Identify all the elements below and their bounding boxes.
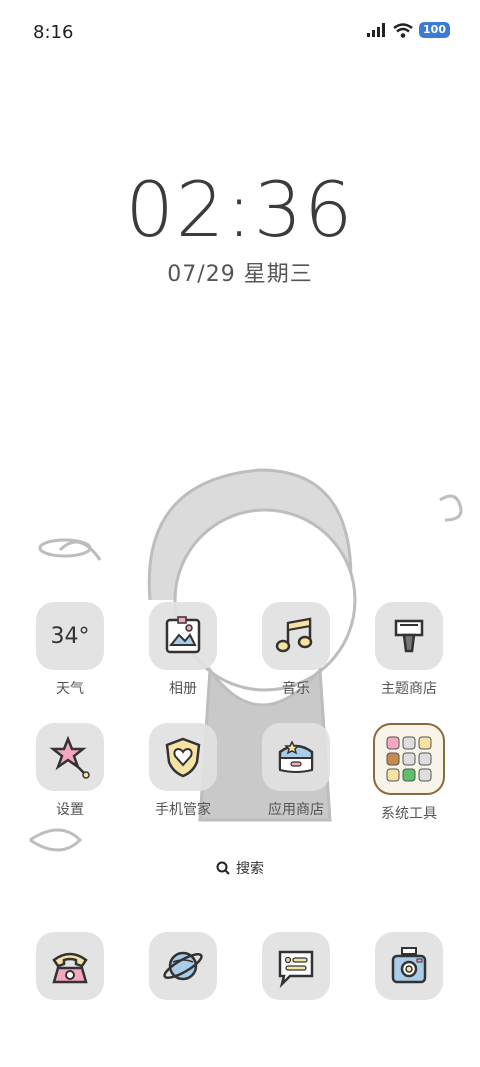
star-wand-icon: [49, 735, 90, 779]
browser-tile[interactable]: [149, 932, 217, 1000]
status-bar: 8:16 100: [0, 0, 480, 68]
shop-icon: [278, 740, 314, 773]
app-settings[interactable]: 设置: [15, 723, 125, 819]
security-tile[interactable]: [149, 723, 217, 791]
chat-bubble-icon: [278, 950, 314, 988]
music-note-icon: [275, 617, 313, 653]
app-label-settings: 设置: [56, 802, 84, 818]
gallery-icon: [165, 616, 201, 654]
battery-icon: 100: [419, 22, 450, 38]
app-label-gallery: 相册: [169, 681, 197, 697]
app-label-weather: 天气: [56, 681, 84, 697]
dock-phone[interactable]: [15, 932, 125, 1000]
app-security[interactable]: 手机管家: [128, 723, 238, 819]
paintbrush-icon: [394, 619, 424, 653]
app-label-themes: 主题商店: [381, 681, 437, 697]
app-label-system-tools: 系统工具: [381, 806, 437, 822]
app-label-music: 音乐: [282, 681, 310, 697]
camera-icon: [391, 947, 427, 984]
themes-tile[interactable]: [375, 602, 443, 670]
app-themes[interactable]: 主题商店: [354, 602, 464, 698]
system-tools-folder[interactable]: [373, 723, 445, 795]
status-time: 8:16: [33, 22, 74, 43]
search-label: 搜索: [236, 861, 264, 877]
phone-icon: [52, 952, 88, 984]
gallery-tile[interactable]: [149, 602, 217, 670]
messages-tile[interactable]: [262, 932, 330, 1000]
planet-icon: [163, 951, 203, 981]
clock-time[interactable]: 02:36: [0, 165, 480, 254]
music-tile[interactable]: [262, 602, 330, 670]
search-button[interactable]: 搜索: [203, 853, 277, 883]
settings-tile[interactable]: [36, 723, 104, 791]
dock-messages[interactable]: [241, 932, 351, 1000]
shield-heart-icon: [165, 737, 201, 778]
app-label-security: 手机管家: [155, 802, 211, 818]
app-store-tile[interactable]: [262, 723, 330, 791]
dock-camera[interactable]: [354, 932, 464, 1000]
app-system-tools[interactable]: 系统工具: [354, 723, 464, 823]
app-store[interactable]: 应用商店: [241, 723, 351, 819]
phone-tile[interactable]: [36, 932, 104, 1000]
folder-grid-icon: [386, 736, 432, 782]
app-weather[interactable]: 34° 天气: [15, 602, 125, 698]
app-gallery[interactable]: 相册: [128, 602, 238, 698]
weather-temperature: 34°: [50, 623, 90, 649]
dock-browser[interactable]: [128, 932, 238, 1000]
camera-tile[interactable]: [375, 932, 443, 1000]
signal-icon: [367, 23, 386, 37]
wifi-icon: [393, 22, 413, 38]
status-icons: 100: [367, 22, 450, 38]
clock-date: 07/29 星期三: [167, 262, 313, 287]
app-music[interactable]: 音乐: [241, 602, 351, 698]
app-label-app-store: 应用商店: [268, 802, 324, 818]
search-icon: [216, 861, 230, 875]
weather-widget[interactable]: 34°: [36, 602, 104, 670]
